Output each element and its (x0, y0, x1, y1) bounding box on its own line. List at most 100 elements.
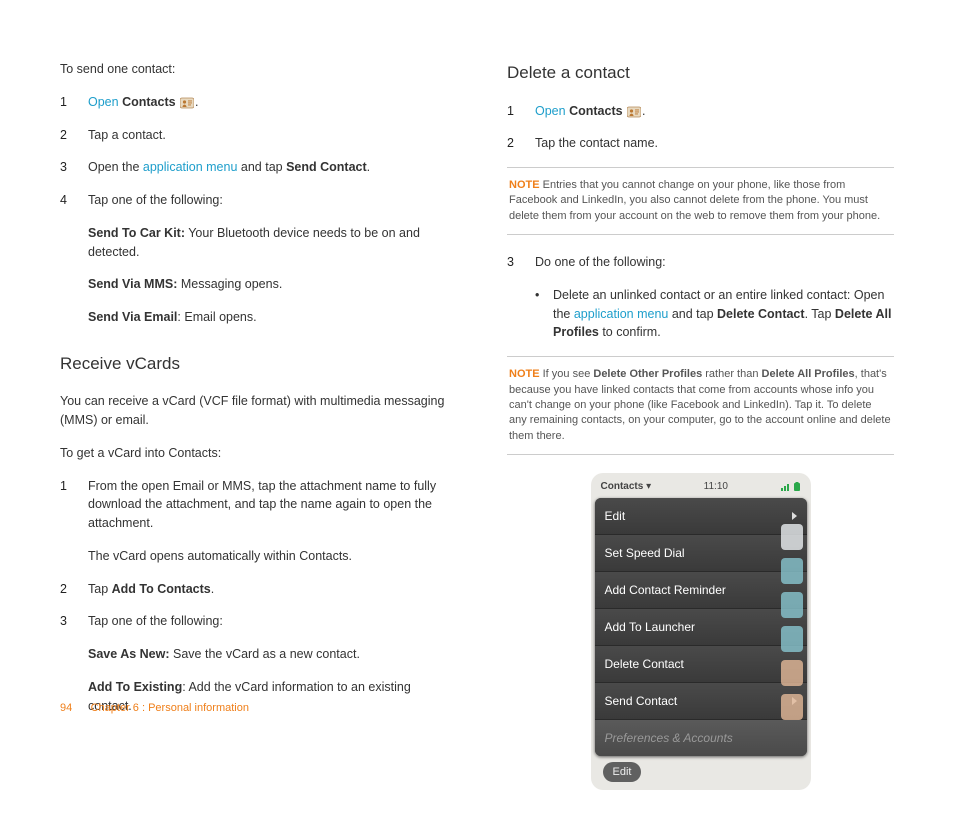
step-body: Tap the contact name. (535, 134, 894, 153)
text: If you see (540, 368, 594, 380)
phone-bottom: Edit (595, 758, 807, 786)
step-row: 2 Tap Add To Contacts. (60, 580, 447, 599)
chip (781, 524, 803, 550)
intro-send-one: To send one contact: (60, 60, 447, 79)
bold: Delete Other Profiles (593, 368, 702, 380)
chevron-right-icon (792, 512, 797, 520)
bold: Add To Contacts (112, 582, 211, 596)
step-row: 3 Open the application menu and tap Send… (60, 158, 447, 177)
bold: Send Via MMS: (88, 277, 177, 291)
menu-label: Send Contact (605, 692, 678, 710)
option: Send Via Email: Email opens. (88, 308, 447, 327)
step-row: 2 Tap a contact. (60, 126, 447, 145)
edit-pill[interactable]: Edit (603, 762, 642, 783)
step-number: 3 (60, 158, 88, 177)
step-body: From the open Email or MMS, tap the atta… (88, 477, 447, 533)
step-body: Tap one of the following: (88, 191, 447, 210)
heading-receive-vcards: Receive vCards (60, 351, 447, 377)
step-body: Open Contacts . (535, 102, 894, 121)
text: . (367, 160, 370, 174)
chip (781, 592, 803, 618)
note-text: Entries that you cannot change on your p… (509, 179, 880, 222)
bold: Save As New: (88, 647, 170, 661)
battery-icon (793, 482, 801, 492)
text: Open the (88, 160, 143, 174)
menu-label: Add Contact Reminder (605, 581, 726, 599)
period: . (195, 95, 198, 109)
bold: Send Via Email (88, 310, 177, 324)
step-row: 1 Open Contacts . (507, 102, 894, 121)
step-body: Tap Add To Contacts. (88, 580, 447, 599)
menu-item-preferences: Preferences & Accounts (595, 720, 807, 756)
step-body: Do one of the following: (535, 253, 894, 272)
text: . (211, 582, 214, 596)
page-footer: 94 Chapter 6 : Personal information (60, 700, 249, 717)
phone-menu: Edit Set Speed Dial Add Contact Reminder… (595, 498, 807, 756)
contacts-bold: Contacts (122, 95, 175, 109)
menu-label: Edit (605, 507, 626, 525)
note-label: NOTE (509, 179, 540, 191)
step-number: 3 (507, 253, 535, 272)
text: . Tap (805, 307, 835, 321)
step-number: 2 (507, 134, 535, 153)
bold: Send To Car Kit: (88, 226, 185, 240)
menu-item-send[interactable]: Send Contact (595, 683, 807, 720)
menu-item-speed-dial[interactable]: Set Speed Dial (595, 535, 807, 572)
option: Send To Car Kit: Your Bluetooth device n… (88, 224, 447, 262)
right-column: Delete a contact 1 Open Contacts . 2 Tap… (507, 60, 894, 790)
chip (781, 660, 803, 686)
text: Tap (88, 582, 112, 596)
note-label: NOTE (509, 368, 540, 380)
menu-item-delete[interactable]: Delete Contact (595, 646, 807, 683)
step-row: 3 Tap one of the following: (60, 612, 447, 631)
menu-item-reminder[interactable]: Add Contact Reminder (595, 572, 807, 609)
text: Contacts (601, 481, 644, 492)
step-number: 2 (60, 126, 88, 145)
heading-delete-contact: Delete a contact (507, 60, 894, 86)
contacts-bold: Contacts (569, 104, 622, 118)
step-row: 1 From the open Email or MMS, tap the at… (60, 477, 447, 533)
phone-app-title: Contacts ▾ (601, 479, 652, 494)
step-body: Tap a contact. (88, 126, 447, 145)
bold: Delete All Profiles (762, 368, 855, 380)
text: You can receive a vCard (VCF file format… (60, 392, 447, 430)
menu-label: Preferences & Accounts (605, 729, 733, 747)
application-menu-link[interactable]: application menu (143, 160, 238, 174)
open-link[interactable]: Open (535, 104, 566, 118)
menu-label: Set Speed Dial (605, 544, 685, 562)
application-menu-link[interactable]: application menu (574, 307, 669, 321)
step-number: 1 (507, 102, 535, 121)
step-body: Tap one of the following: (88, 612, 447, 631)
step-row: 2 Tap the contact name. (507, 134, 894, 153)
step-number: 1 (60, 477, 88, 496)
text: Messaging opens. (177, 277, 282, 291)
note-box: NOTE If you see Delete Other Profiles ra… (507, 356, 894, 455)
bullet-item: Delete an unlinked contact or an entire … (535, 286, 894, 342)
period: . (642, 104, 645, 118)
step-row: 3 Do one of the following: (507, 253, 894, 272)
bold: Add To Existing (88, 680, 182, 694)
step-number: 3 (60, 612, 88, 631)
step-body: Open the application menu and tap Send C… (88, 158, 447, 177)
text: and tap (237, 160, 286, 174)
option: Send Via MMS: Messaging opens. (88, 275, 447, 294)
menu-item-edit[interactable]: Edit (595, 498, 807, 535)
menu-item-launcher[interactable]: Add To Launcher (595, 609, 807, 646)
bullet-body: Delete an unlinked contact or an entire … (553, 286, 894, 342)
chapter-breadcrumb: Chapter 6 : Personal information (91, 702, 249, 714)
text: : Email opens. (177, 310, 256, 324)
menu-label: Delete Contact (605, 655, 684, 673)
step-number: 1 (60, 93, 88, 112)
bold: Delete Contact (717, 307, 805, 321)
chip (781, 694, 803, 720)
phone-status-icons (781, 482, 801, 492)
page-content: To send one contact: 1 Open Contacts . 2… (0, 0, 954, 820)
phone-side-strip (781, 524, 803, 720)
contacts-icon (627, 105, 641, 117)
step-row: 1 Open Contacts . (60, 93, 447, 112)
chip (781, 558, 803, 584)
signal-icon (781, 483, 791, 491)
left-column: To send one contact: 1 Open Contacts . 2… (60, 60, 447, 790)
phone-body: Edit Set Speed Dial Add Contact Reminder… (595, 498, 807, 786)
open-link[interactable]: Open (88, 95, 119, 109)
